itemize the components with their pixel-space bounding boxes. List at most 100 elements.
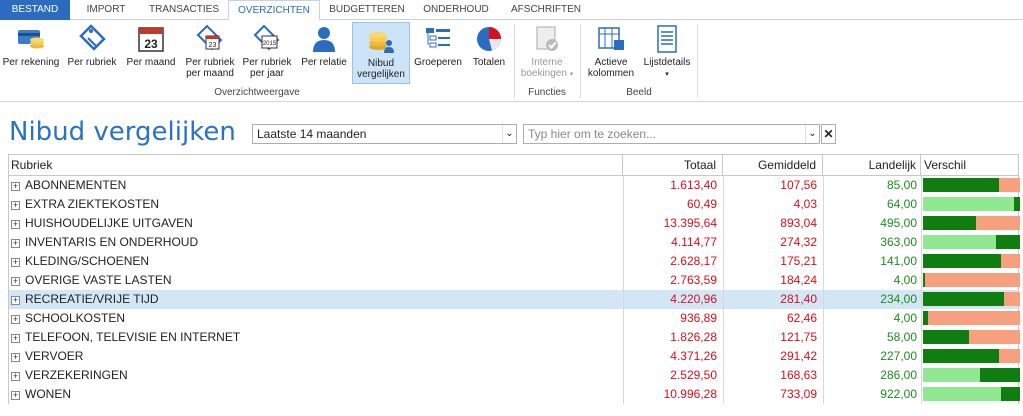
verschil-cell [921,252,1020,271]
verschil-bar-over [1004,292,1020,306]
totaal-cell: 1.613,40 [623,176,723,195]
landelijk-cell: 141,00 [823,252,921,271]
period-select[interactable]: Laatste 14 maanden ⌄ [252,124,517,144]
pie-chart-icon [477,27,501,51]
ribbon-separator [580,24,581,98]
rubriek-label: HUISHOUDELIJKE UITGAVEN [25,216,193,230]
rubriek-cell: + ABONNEMENTEN [9,176,623,195]
search-placeholder: Typ hier om te zoeken... [528,127,657,141]
totaal-cell: 2.763,59 [623,271,723,290]
search-input[interactable]: Typ hier om te zoeken... ⌄ [523,124,820,144]
group-label-overzichtweergave: Overzichtweergave [214,87,300,98]
column-header-landelijk[interactable]: Landelijk [823,155,921,175]
list-details-icon [657,25,677,53]
nibud-vergelijken-button[interactable]: Nibud vergelijken [352,22,410,84]
table-row[interactable]: + VERZEKERINGEN 2.529,50 168,63 286,00 [9,366,1020,385]
per-relatie-button[interactable]: Per relatie [298,22,350,84]
verschil-cell [921,366,1020,385]
expand-icon[interactable]: + [11,315,20,324]
column-header-verschil[interactable]: Verschil [921,155,1020,175]
gemiddeld-cell: 175,21 [723,252,823,271]
tab-onderhoud[interactable]: ONDERHOUD [414,0,498,20]
table-row[interactable]: + KLEDING/SCHOENEN 2.628,17 175,21 141,00 [9,252,1020,271]
chevron-down-icon[interactable]: ⌄ [502,125,516,143]
tab-overzichten[interactable]: OVERZICHTEN [228,0,320,21]
clear-search-button[interactable]: ✕ [821,124,836,144]
close-icon: ✕ [823,127,834,141]
totaal-cell: 13.395,64 [623,214,723,233]
interne-boekingen-button[interactable]: Interne boekingen ▾ [516,22,578,84]
expand-icon[interactable]: + [11,277,20,286]
totaal-cell: 936,89 [623,309,723,328]
table-row[interactable]: + EXTRA ZIEKTEKOSTEN 60,49 4,03 64,00 [9,195,1020,214]
table-row[interactable]: + ABONNEMENTEN 1.613,40 107,56 85,00 [9,176,1020,195]
verschil-bar-actual [923,216,976,230]
expand-icon[interactable]: + [11,258,20,267]
landelijk-cell: 58,00 [823,328,921,347]
totalen-button[interactable]: Totalen [466,22,512,84]
table-row[interactable]: + TELEFOON, TELEVISIE EN INTERNET 1.826,28… [9,328,1020,347]
table-row[interactable]: + SCHOOLKOSTEN 936,89 62,46 4,00 [9,309,1020,328]
table-row[interactable]: + INVENTARIS EN ONDERHOUD 4.114,77 274,32 36… [9,233,1020,252]
chevron-down-icon[interactable]: ⌄ [805,125,819,143]
per-rubriek-label: Per rubriek [67,57,117,68]
lijstdetails-label: Lijstdetails [643,57,691,68]
table-row[interactable]: + RECREATIE/VRIJE TIJD 4.220,96 281,40 234,0… [9,290,1020,309]
per-maand-button[interactable]: 23 Per maand [124,22,178,84]
column-header-rubriek[interactable]: Rubriek [9,155,623,175]
table-row[interactable]: + VERVOER 4.371,26 291,42 227,00 [9,347,1020,366]
expand-icon[interactable]: + [11,182,20,191]
verschil-bar-over [928,311,1020,325]
column-header-totaal[interactable]: Totaal [623,155,723,175]
gemiddeld-cell: 168,63 [723,366,823,385]
landelijk-cell: 286,00 [823,366,921,385]
groeperen-button[interactable]: Groeperen [412,22,464,84]
per-rubriek-per-jaar-button[interactable]: 2015 Per rubriek per jaar [240,22,294,84]
tab-import[interactable]: IMPORT [72,0,140,20]
table-row[interactable]: + HUISHOUDELIJKE UITGAVEN 13.395,64 893,04 4… [9,214,1020,233]
expand-icon[interactable]: + [11,201,20,210]
per-rubriek-button[interactable]: Per rubriek [64,22,120,84]
verschil-cell [921,233,1020,252]
expand-icon[interactable]: + [11,296,20,305]
verschil-bar-over [1001,254,1020,268]
verschil-bar-under [923,387,1001,401]
columns-icon [598,27,624,50]
table-row[interactable]: + OVERIGE VASTE LASTEN 2.763,59 184,24 4,00 [9,271,1020,290]
actieve-kolommen-button[interactable]: Actieve kolommen [584,22,638,84]
verschil-bar-over [925,273,1020,287]
table-row[interactable]: + WONEN 10.996,28 733,09 922,00 [9,385,1020,404]
per-rubriek-per-maand-button[interactable]: 23 Per rubriek per maand [182,22,238,84]
expand-icon[interactable]: + [11,391,20,400]
per-rekening-button[interactable]: Per rekening [2,22,60,84]
verschil-cell [921,328,1020,347]
expand-icon[interactable]: + [11,353,20,362]
tab-transacties[interactable]: TRANSACTIES [142,0,226,20]
per-rekening-label: Per rekening [2,57,60,68]
totaal-cell: 60,49 [623,195,723,214]
expand-icon[interactable]: + [11,334,20,343]
lijstdetails-button[interactable]: Lijstdetails ▾ [640,22,694,84]
expand-icon[interactable]: + [11,220,20,229]
ribbon-separator [514,24,515,98]
svg-text:2015: 2015 [263,41,277,47]
tab-bestand[interactable]: BESTAND [0,0,70,20]
svg-text:23: 23 [209,42,217,49]
rubriek-label: VERVOER [25,349,84,363]
verschil-cell [921,347,1020,366]
expand-icon[interactable]: + [11,239,20,248]
column-header-gemiddeld[interactable]: Gemiddeld [723,155,823,175]
page-title: Nibud vergelijken [9,117,236,147]
tab-budgetteren[interactable]: BUDGETTEREN [322,0,412,20]
group-list-icon [426,28,450,48]
expand-icon[interactable]: + [11,372,20,381]
landelijk-cell: 4,00 [823,309,921,328]
rubriek-cell: + HUISHOUDELIJKE UITGAVEN [9,214,623,233]
landelijk-cell: 922,00 [823,385,921,404]
verschil-bar-actual [923,349,999,363]
ribbon-separator [697,24,698,98]
tag-icon [79,24,106,51]
group-label-functies: Functies [528,87,566,98]
tab-afschriften[interactable]: AFSCHRIFTEN [500,0,592,20]
totaal-cell: 4.371,26 [623,347,723,366]
